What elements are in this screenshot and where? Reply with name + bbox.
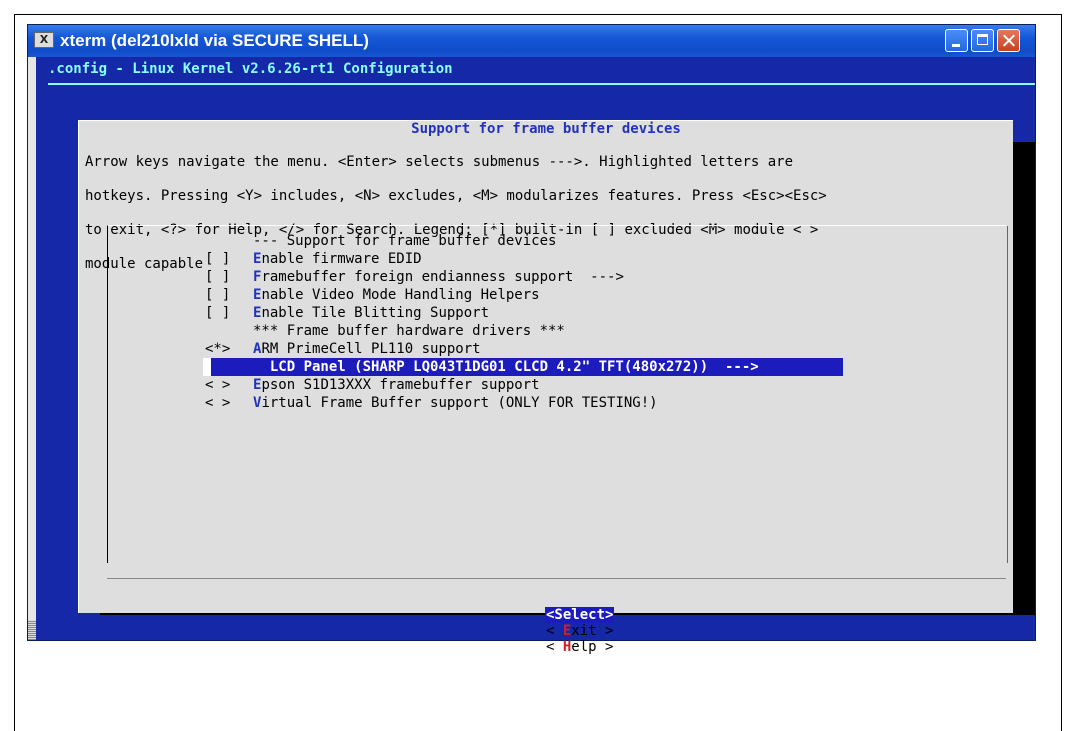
checkbox[interactable]: [ ] [205,250,253,268]
maximize-button[interactable] [971,29,994,52]
help-line: hotkeys. Pressing <Y> includes, <N> excl… [85,188,827,204]
menu-item-foreign-endianness[interactable]: [ ] Framebuffer foreign endianness suppor… [205,268,843,286]
figure-caption-fragment [4,0,564,14]
title-bar[interactable]: X xterm (del210lxld via SECURE SHELL) [28,25,1035,57]
help-button[interactable]: < Help > [546,639,613,655]
menu-item-hw-drivers-heading: *** Frame buffer hardware drivers *** [253,323,565,339]
xterm-icon[interactable]: X [34,32,54,48]
module-toggle[interactable]: < > [205,394,253,412]
menu-divider [107,578,1006,579]
menu-item-lcd-panel[interactable]: LCD Panel (SHARP LQ043T1DG01 CLCD 4.2" T… [203,358,843,376]
menu-item[interactable]: --- Support for frame buffer devices [205,232,843,250]
dialog-title: Support for frame buffer devices [411,121,681,137]
close-button[interactable] [997,29,1020,52]
menu-list: --- Support for frame buffer devices [ ]… [203,232,843,412]
xterm-window: X xterm (del210lxld via SECURE SHELL) .c… [27,24,1036,655]
menu-item-tile-blitting[interactable]: [ ] Enable Tile Blitting Support [205,304,843,322]
menu-item-arm-primecell[interactable]: <*> ARM PrimeCell PL110 support [205,340,843,358]
module-toggle[interactable]: <*> [205,340,253,358]
menu-item-firmware-edid[interactable]: [ ] Enable firmware EDID [205,250,843,268]
help-line: Arrow keys navigate the menu. <Enter> se… [85,154,794,170]
checkbox[interactable]: [ ] [205,268,253,286]
cursor-block [203,358,211,376]
module-toggle[interactable]: < > [205,376,253,394]
menu-item-video-mode-helpers[interactable]: [ ] Enable Video Mode Handling Helpers [205,286,843,304]
config-header: .config - Linux Kernel v2.6.26-rt1 Confi… [48,61,453,77]
checkbox[interactable]: [ ] [205,286,253,304]
menu-item-epson-s1d13xxx[interactable]: < > Epson S1D13XXX framebuffer support [205,376,843,394]
checkbox[interactable]: [ ] [205,304,253,322]
terminal-area[interactable]: .config - Linux Kernel v2.6.26-rt1 Confi… [28,57,1035,655]
menu-item-virtual-framebuffer[interactable]: < > Virtual Frame Buffer support (ONLY FO… [205,394,843,412]
menu-box: --- Support for frame buffer devices [ ]… [107,225,1008,563]
scrollbar-grip[interactable] [28,620,36,640]
button-bar: <Select> < Exit > < Help > [79,591,1013,671]
minimize-button[interactable] [945,29,968,52]
exit-button[interactable]: < Exit > [546,623,613,639]
menuconfig-dialog: Support for frame buffer devices Arrow k… [78,120,1013,655]
window-title: xterm (del210lxld via SECURE SHELL) [60,31,369,50]
select-button[interactable]: <Select> [544,607,615,623]
header-rule [48,83,1035,85]
